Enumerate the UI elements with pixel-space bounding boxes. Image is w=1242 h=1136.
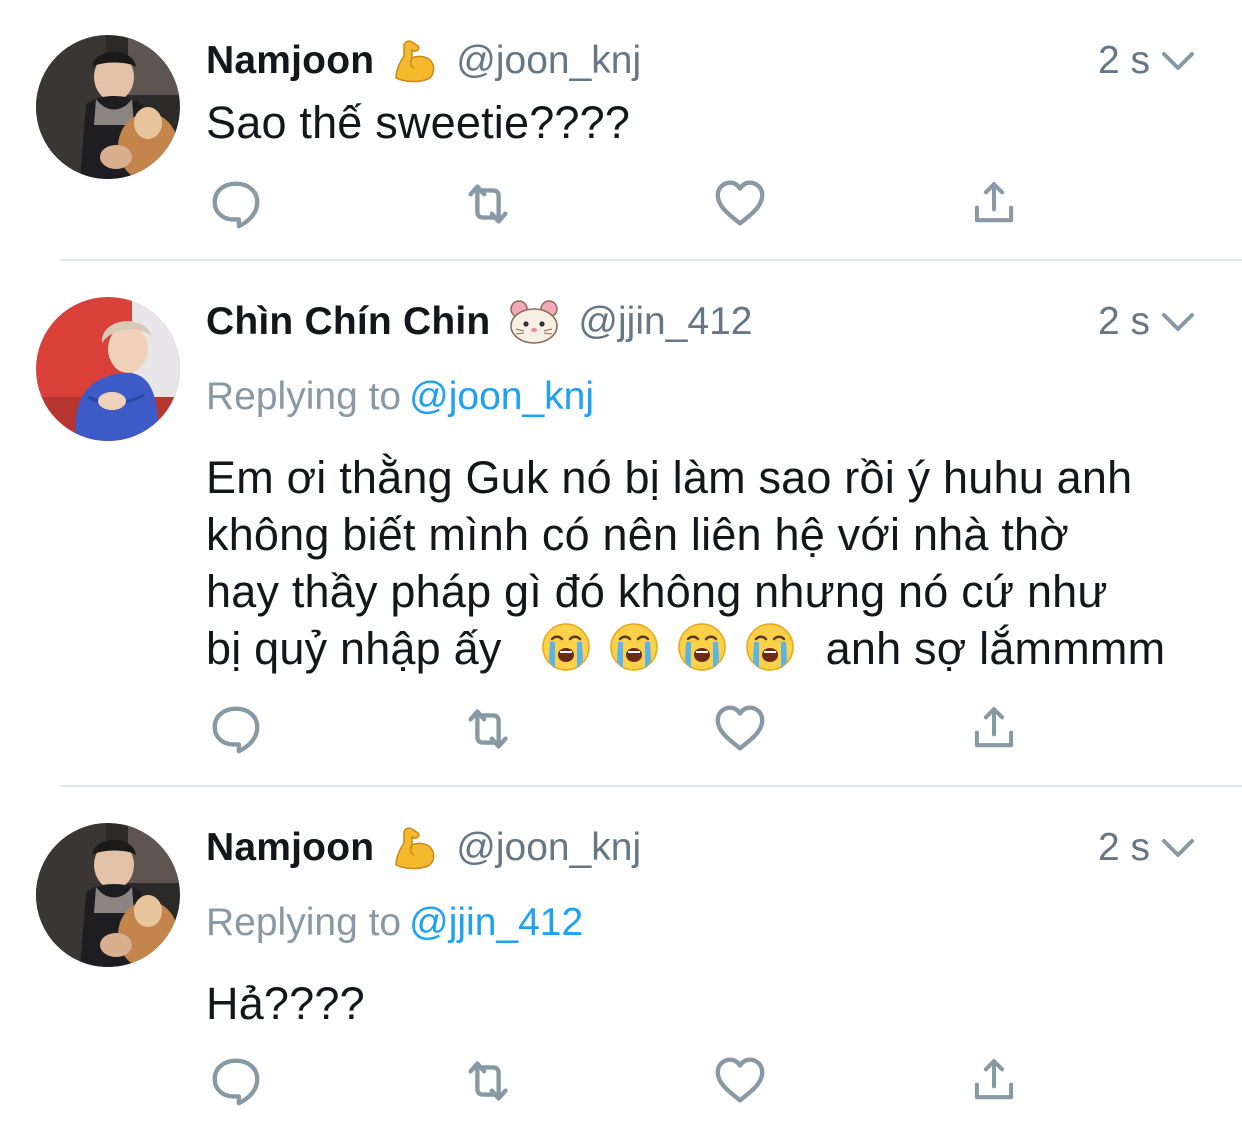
mention-link[interactable]: @joon_knj: [409, 375, 594, 418]
reply-icon: [207, 700, 265, 758]
tweet-actions: [206, 699, 1036, 759]
namjoon-avatar: [36, 35, 180, 179]
display-name[interactable]: Namjoon: [206, 39, 374, 83]
replying-label: Replying to: [206, 901, 402, 944]
tweet-header: Chìn Chín Chin @jjin_412 2 s: [206, 297, 1202, 347]
replying-label: Replying to: [206, 375, 402, 418]
loudly-crying-face-icon: [541, 622, 591, 672]
tweet-header: Namjoon @joon_knj 2 s: [206, 823, 1202, 873]
chevron-down-icon[interactable]: [1158, 833, 1198, 863]
avatar[interactable]: [36, 297, 180, 441]
tweet-3[interactable]: Namjoon @joon_knj 2 s Replying to @jjin_4…: [0, 787, 1242, 1136]
share-button[interactable]: [964, 1051, 1024, 1111]
chevron-down-icon[interactable]: [1158, 307, 1198, 337]
avatar[interactable]: [36, 823, 180, 967]
mention-link[interactable]: @jjin_412: [409, 901, 583, 944]
timestamp[interactable]: 2 s: [1098, 39, 1150, 83]
tweet-text-line: không biết mình có nên liên hệ với nhà t…: [206, 509, 1069, 560]
chevron-down-icon[interactable]: [1158, 46, 1198, 76]
share-icon: [967, 702, 1021, 756]
retweet-icon: [459, 700, 517, 758]
user-handle[interactable]: @joon_knj: [456, 826, 641, 870]
tweet-text-line: bị quỷ nhập ấy: [206, 623, 502, 674]
reply-button[interactable]: [206, 174, 266, 234]
tweet-text: Sao thế sweetie????: [206, 94, 1196, 151]
like-button[interactable]: [710, 699, 770, 759]
tweet-text-line: Sao thế sweetie????: [206, 97, 631, 148]
reply-button[interactable]: [206, 699, 266, 759]
avatar[interactable]: [36, 35, 180, 179]
like-icon: [711, 1052, 769, 1110]
tweet-2[interactable]: Chìn Chín Chin @jjin_412 2 s Replying to…: [0, 261, 1242, 786]
retweet-button[interactable]: [458, 699, 518, 759]
hamster-face-icon: [508, 299, 560, 345]
like-button[interactable]: [710, 174, 770, 234]
flexed-biceps-icon: [392, 825, 438, 871]
loudly-crying-face-icon: [609, 622, 659, 672]
timestamp[interactable]: 2 s: [1098, 300, 1150, 344]
tweet-text-line: hay thầy pháp gì đó không nhưng nó cứ nh…: [206, 566, 1108, 617]
tweet-text-line: Em ơi thằng Guk nó bị làm sao rồi ý huhu…: [206, 452, 1133, 503]
jin-avatar: [36, 297, 180, 441]
retweet-button[interactable]: [458, 1051, 518, 1111]
display-name[interactable]: Namjoon: [206, 826, 374, 870]
display-name[interactable]: Chìn Chín Chin: [206, 300, 490, 344]
like-icon: [711, 175, 769, 233]
tweet-actions: [206, 1051, 1036, 1111]
reply-button[interactable]: [206, 1051, 266, 1111]
loudly-crying-face-icon: [745, 622, 795, 672]
reply-icon: [207, 175, 265, 233]
share-button[interactable]: [964, 699, 1024, 759]
reply-icon: [207, 1052, 265, 1110]
user-handle[interactable]: @jjin_412: [578, 300, 752, 344]
flexed-biceps-icon: [392, 38, 438, 84]
tweet-text-line: Hả????: [206, 978, 365, 1029]
tweet-text: Em ơi thằng Guk nó bị làm sao rồi ý huhu…: [206, 449, 1196, 677]
replying-to: Replying to @joon_knj: [206, 375, 594, 419]
tweet-text-line-last: bị quỷ nhập ấy anh sợ lắmmmm: [206, 620, 1196, 677]
share-button[interactable]: [964, 174, 1024, 234]
retweet-button[interactable]: [458, 174, 518, 234]
replying-to: Replying to @jjin_412: [206, 901, 583, 945]
tweet-text-line: anh sợ lắmmmm: [825, 623, 1166, 674]
retweet-icon: [459, 175, 517, 233]
like-button[interactable]: [710, 1051, 770, 1111]
tweet-1[interactable]: Namjoon @joon_knj 2 s Sao thế sweetie???…: [0, 0, 1242, 260]
timestamp[interactable]: 2 s: [1098, 826, 1150, 870]
tweet-header: Namjoon @joon_knj 2 s: [206, 36, 1202, 86]
namjoon-avatar: [36, 823, 180, 967]
retweet-icon: [459, 1052, 517, 1110]
loudly-crying-face-icon: [677, 622, 727, 672]
tweet-actions: [206, 174, 1036, 234]
tweet-text: Hả????: [206, 975, 1196, 1032]
share-icon: [967, 1054, 1021, 1108]
like-icon: [711, 700, 769, 758]
user-handle[interactable]: @joon_knj: [456, 39, 641, 83]
share-icon: [967, 177, 1021, 231]
